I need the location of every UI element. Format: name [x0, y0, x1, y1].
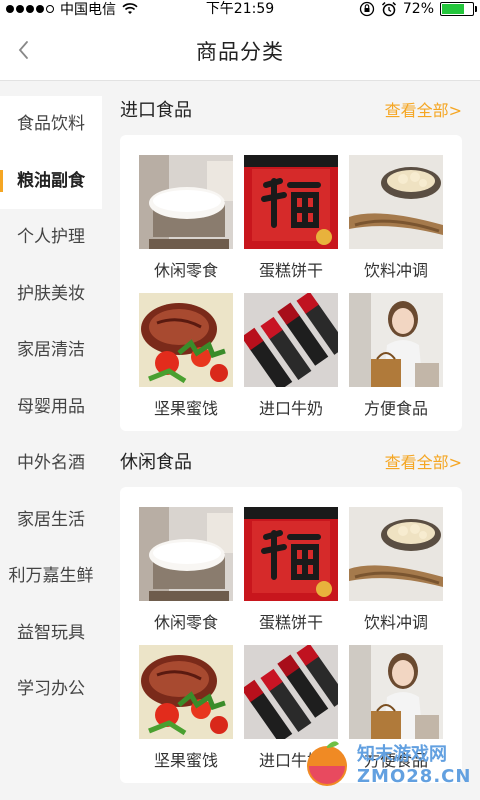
category-sidebar: 食品饮料粮油副食个人护理护肤美妆家居清洁母婴用品中外名酒家居生活利万嘉生鲜益智玩…: [0, 96, 102, 800]
steak-thumbnail: [139, 293, 233, 387]
sidebar-item[interactable]: 母婴用品: [0, 379, 102, 436]
ginseng-thumbnail: [349, 507, 443, 601]
category-tile[interactable]: 进口牛奶: [241, 293, 341, 419]
category-tile-label: 蛋糕饼干: [258, 261, 323, 280]
view-all-link[interactable]: 查看全部>: [385, 449, 462, 473]
category-tile[interactable]: 饮料冲调: [346, 507, 446, 633]
category-tile-label: 坚果蜜饯: [153, 399, 218, 418]
lipsticks-thumbnail: [244, 645, 338, 739]
sidebar-item-label: 母婴用品: [17, 396, 85, 417]
category-tile[interactable]: 方便食品: [346, 293, 446, 419]
nav-bar: 商品分类: [0, 18, 480, 81]
fu-card-thumbnail: [244, 507, 338, 601]
sidebar-item[interactable]: 粮油副食: [0, 152, 102, 209]
lipsticks-thumbnail: [244, 293, 338, 387]
category-tile[interactable]: 饮料冲调: [346, 155, 446, 281]
sidebar-item-label: 食品饮料: [17, 114, 85, 134]
category-tile-label: 休闲零食: [153, 261, 218, 280]
section-header: 休闲食品 查看全部>: [102, 432, 480, 482]
watermark-logo-icon: [307, 741, 347, 786]
woman-shopping-thumbnail: [349, 293, 443, 387]
category-tile-label: 蛋糕饼干: [258, 613, 323, 632]
category-tile[interactable]: 蛋糕饼干: [241, 155, 341, 281]
category-tile-label: 坚果蜜饯: [153, 751, 218, 770]
fu-card-thumbnail: [244, 155, 338, 249]
sidebar-item-label: 粮油副食: [17, 170, 85, 191]
view-all-link[interactable]: 查看全部>: [385, 97, 462, 121]
section-title: 进口食品: [120, 100, 192, 121]
sidebar-item-label: 利万嘉生鲜: [8, 566, 94, 586]
rotation-lock-icon: [359, 1, 375, 17]
status-bar: 中国电信 下午21:59 72%: [0, 0, 480, 18]
sidebar-item-label: 中外名酒: [17, 453, 85, 473]
woman-shopping-thumbnail: [349, 645, 443, 739]
sidebar-item-label: 家居清洁: [17, 340, 85, 360]
category-tile[interactable]: 蛋糕饼干: [241, 507, 341, 633]
sidebar-item[interactable]: 食品饮料: [0, 96, 102, 153]
section-header: 进口食品 查看全部>: [102, 80, 480, 130]
category-tile[interactable]: 休闲零食: [136, 507, 236, 633]
steak-thumbnail: [139, 645, 233, 739]
sidebar-item-label: 个人护理: [17, 227, 85, 247]
category-content: 进口食品 查看全部> 休闲零食 蛋糕饼干 饮料冲调 坚果蜜饯 进口牛奶 方便食品…: [102, 80, 480, 800]
category-tile[interactable]: 休闲零食: [136, 155, 236, 281]
category-tile-label: 进口牛奶: [258, 399, 323, 418]
category-tile-label: 方便食品: [363, 399, 428, 418]
pillow-thumbnail: [139, 507, 233, 601]
section-title: 休闲食品: [120, 452, 192, 473]
category-tile-label: 休闲零食: [153, 613, 218, 632]
status-right: 72%: [359, 0, 477, 18]
category-tile[interactable]: 坚果蜜饯: [136, 645, 236, 771]
category-tile[interactable]: 坚果蜜饯: [136, 293, 236, 419]
sidebar-item-label: 护肤美妆: [17, 283, 85, 304]
watermark-domain: ZMO28.CN: [357, 766, 472, 787]
sidebar-item-label: 学习办公: [17, 679, 85, 699]
ginseng-thumbnail: [349, 155, 443, 249]
sidebar-item[interactable]: 个人护理: [0, 209, 102, 266]
battery-icon: [440, 2, 477, 16]
watermark: 知末游戏网 ZMO28.CN: [299, 736, 474, 796]
sidebar-item[interactable]: 家居生活: [0, 492, 102, 549]
sidebar-item[interactable]: 中外名酒: [0, 435, 102, 492]
sidebar-item-label: 家居生活: [17, 509, 85, 530]
sidebar-item-label: 益智玩具: [17, 622, 85, 643]
sidebar-item[interactable]: 护肤美妆: [0, 266, 102, 323]
page-title: 商品分类: [196, 40, 284, 64]
pillow-thumbnail: [139, 155, 233, 249]
sidebar-item[interactable]: 家居清洁: [0, 322, 102, 379]
category-tile-label: 饮料冲调: [363, 613, 428, 632]
sidebar-item[interactable]: 利万嘉生鲜: [0, 548, 102, 605]
category-card: 休闲零食 蛋糕饼干 饮料冲调 坚果蜜饯 进口牛奶 方便食品: [120, 135, 462, 431]
alarm-icon: [381, 1, 396, 17]
sidebar-item[interactable]: 益智玩具: [0, 605, 102, 662]
watermark-text: 知末游戏网: [357, 744, 447, 765]
category-tile-label: 饮料冲调: [363, 261, 428, 280]
battery-percent: 72%: [402, 1, 434, 17]
sidebar-item[interactable]: 学习办公: [0, 661, 102, 718]
